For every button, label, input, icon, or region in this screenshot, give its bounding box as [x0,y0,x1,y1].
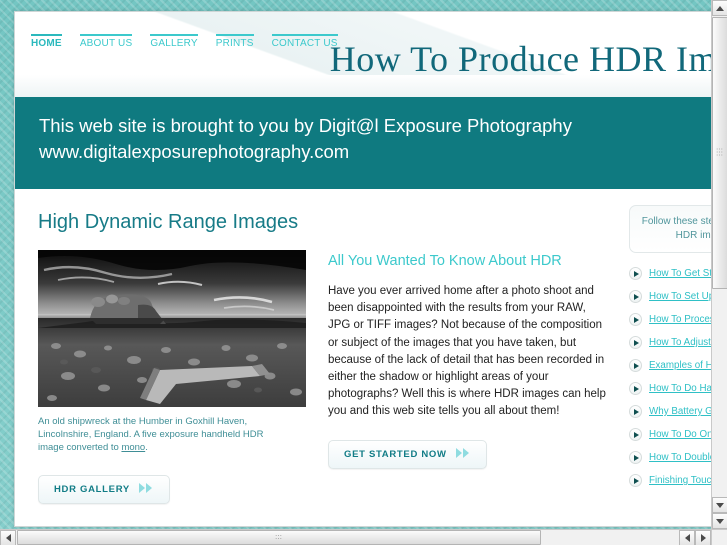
scrollbar-corner [711,529,727,545]
photo-caption-line-1: An old shipwreck at the Humber in Goxhil… [38,416,248,427]
browser-viewport: HOME ABOUT US GALLERY PRINTS CONTACT US … [0,0,727,545]
play-bullet-icon [629,382,642,395]
scrollbar-grip-icon: ⋯ ⋯ [275,532,283,543]
chevron-double-right-icon [455,447,471,462]
photo-caption-line-3-pre: image converted to [38,442,122,453]
scroll-down-button-secondary[interactable] [712,513,727,529]
article-body: Have you ever arrived home after a photo… [328,285,606,418]
scroll-left-button-secondary[interactable] [679,530,695,545]
photo-caption-line-3: image converted to mono. [38,441,288,454]
get-started-button-row: GET STARTED NOW [328,439,608,469]
content-area: High Dynamic Range Images An old shipwre… [15,189,727,528]
vertical-scrollbar-thumb[interactable]: ⋯ ⋯ ⋯ [712,17,727,289]
play-bullet-icon [629,267,642,280]
article-columns: An old shipwreck at the Humber in Goxhil… [38,250,615,504]
photo-column: An old shipwreck at the Humber in Goxhil… [38,250,308,504]
announcement-banner: This web site is brought to you by Digit… [15,97,727,189]
hdr-gallery-button-label: HDR GALLERY [54,484,130,495]
scroll-right-button[interactable] [695,530,711,545]
get-started-button-label: GET STARTED NOW [344,448,447,460]
scrollbar-grip-icon: ⋯ ⋯ ⋯ [716,146,724,160]
photo-caption: An old shipwreck at the Humber in Goxhil… [38,415,288,454]
horizontal-scrollbar[interactable]: ⋯ ⋯ [0,529,711,545]
nav-item-home[interactable]: HOME [31,34,62,49]
main-navigation: HOME ABOUT US GALLERY PRINTS CONTACT US [31,34,338,49]
play-bullet-icon [629,313,642,326]
scroll-up-button[interactable] [712,0,727,16]
horizontal-scrollbar-thumb[interactable]: ⋯ ⋯ [17,530,541,545]
play-bullet-icon [629,428,642,441]
announcement-line-1: This web site is brought to you by Digit… [39,115,572,136]
site-title: How To Produce HDR Images [329,39,727,79]
nav-item-gallery[interactable]: GALLERY [150,34,198,49]
play-bullet-icon [629,359,642,372]
hdr-gallery-button[interactable]: HDR GALLERY [38,475,170,504]
vertical-scrollbar[interactable]: ⋯ ⋯ ⋯ [711,0,727,529]
nav-item-prints[interactable]: PRINTS [215,34,254,49]
play-bullet-icon [629,451,642,464]
mono-link[interactable]: mono [121,442,145,453]
photo-caption-line-2: Lincolnshire, England. A five exposure h… [38,429,264,440]
announcement-line-2: www.digitalexposurephotography.com [39,141,350,162]
play-bullet-icon [629,474,642,487]
nav-item-contact-us[interactable]: CONTACT US [271,34,338,49]
chevron-double-right-icon [138,482,154,497]
play-bullet-icon [629,336,642,349]
nav-item-about-us[interactable]: ABOUT US [79,34,133,49]
scroll-left-button[interactable] [0,530,16,545]
article-title: All You Wanted To Know About HDR [328,253,562,269]
article-column: All You Wanted To Know About HDR Have yo… [328,250,608,504]
photo-caption-line-3-post: . [145,442,148,453]
page-sheet: HOME ABOUT US GALLERY PRINTS CONTACT US … [14,11,727,527]
gallery-button-row: HDR GALLERY [38,475,308,504]
main-column: High Dynamic Range Images An old shipwre… [15,205,615,528]
play-bullet-icon [629,290,642,303]
site-header: HOME ABOUT US GALLERY PRINTS CONTACT US … [15,12,727,97]
page-title: High Dynamic Range Images [38,211,299,233]
get-started-button[interactable]: GET STARTED NOW [328,439,487,469]
play-bullet-icon [629,405,642,418]
scroll-down-button[interactable] [712,497,727,513]
hdr-shipwreck-photo [38,250,306,407]
